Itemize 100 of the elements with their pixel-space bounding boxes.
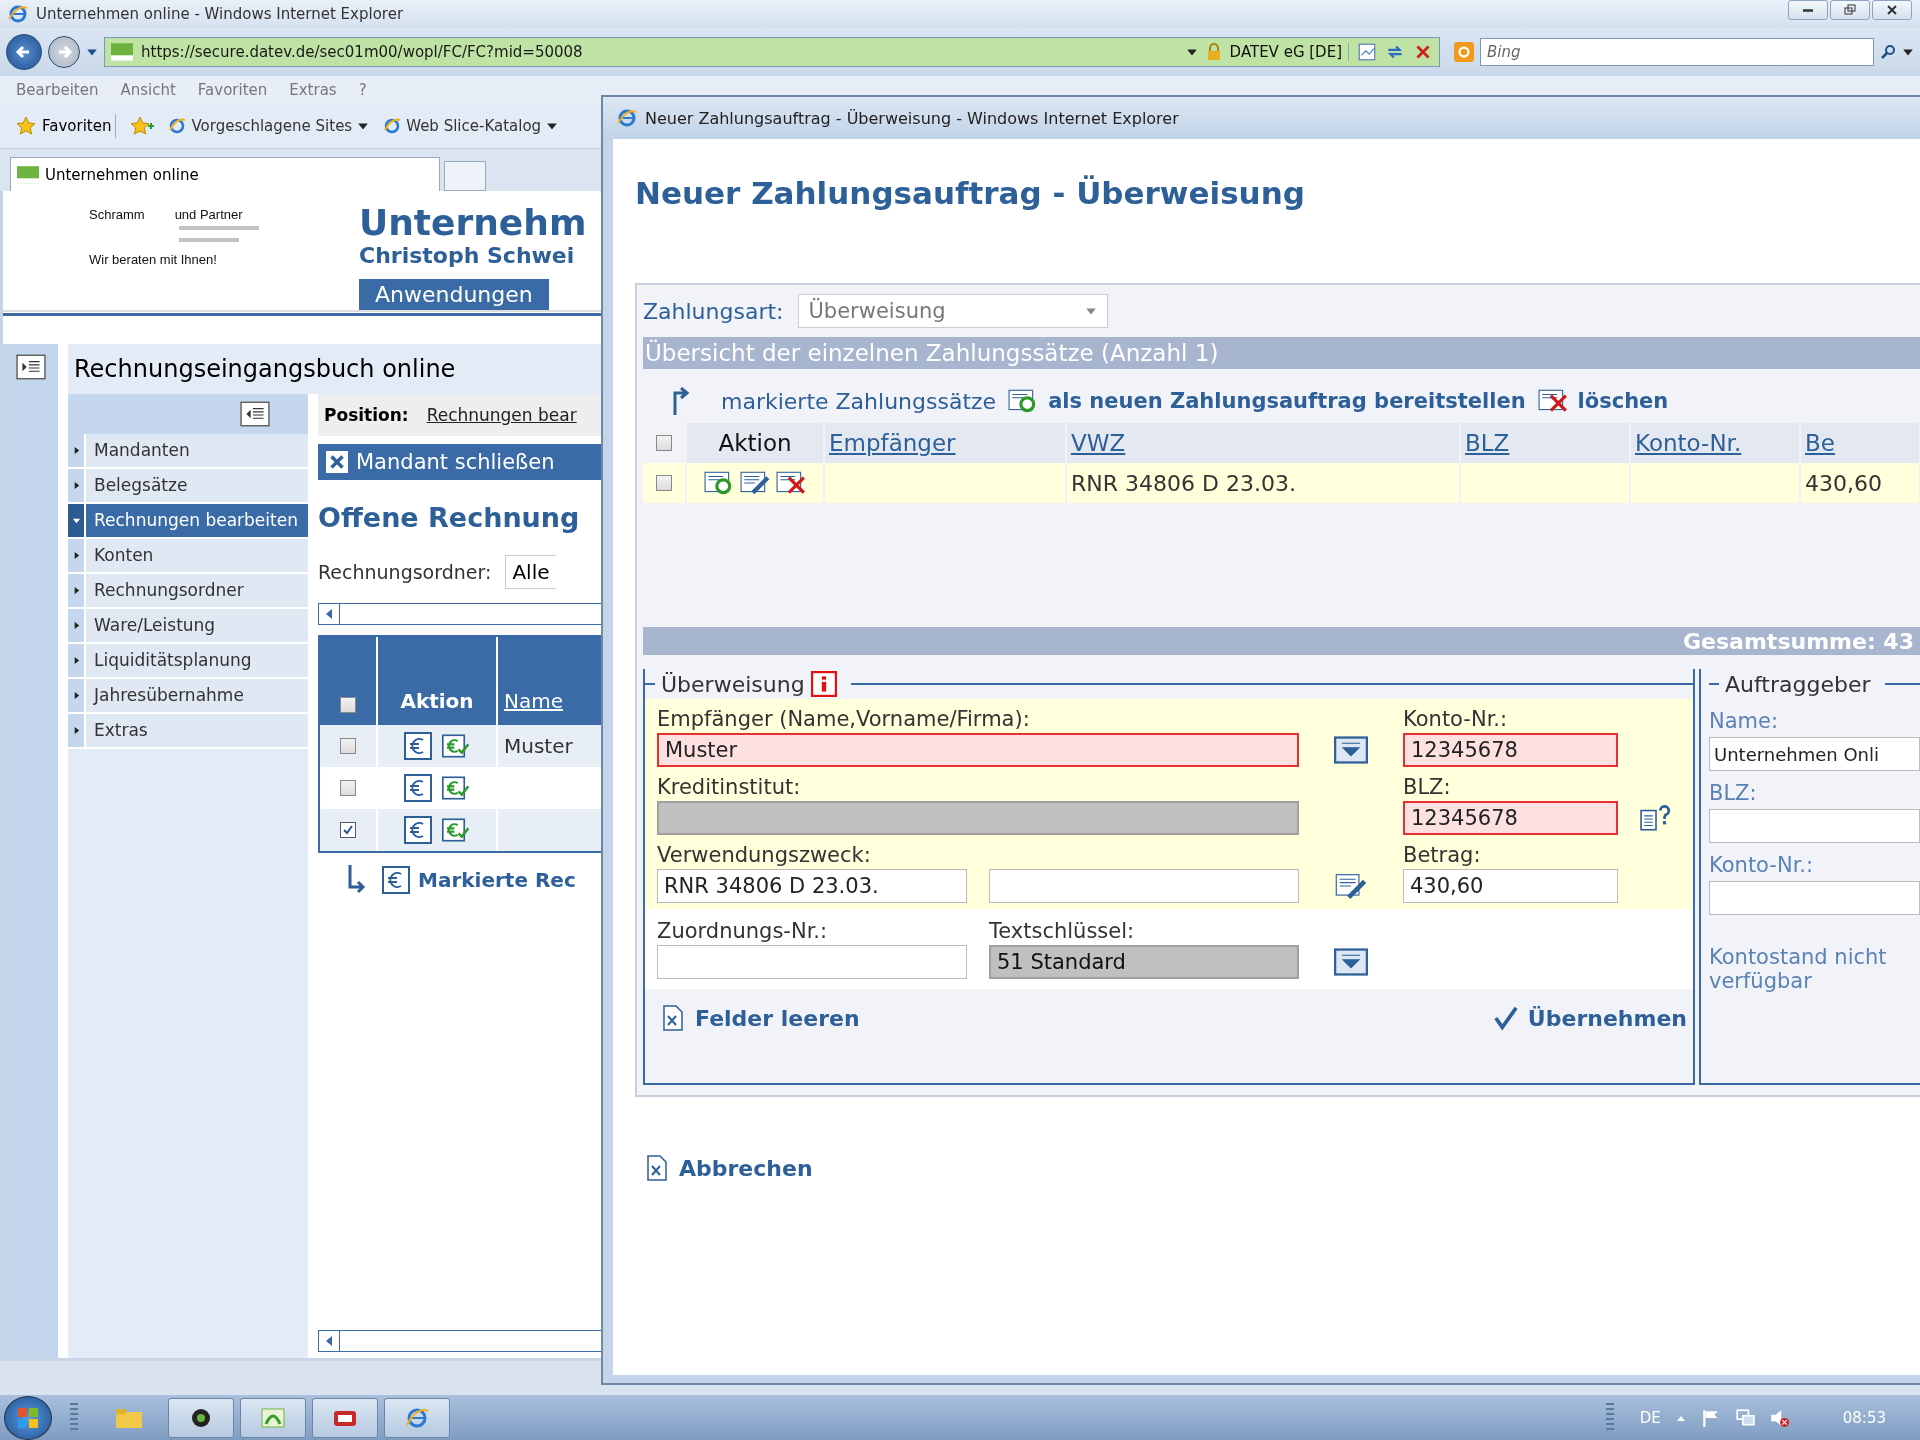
field-label: Kreditinstitut: — [657, 775, 802, 799]
info-icon[interactable] — [810, 671, 837, 697]
search-field[interactable]: Bing — [1480, 38, 1874, 66]
payment-type-select[interactable]: Überweisung — [797, 294, 1108, 328]
menu-item[interactable]: Bearbeiten — [16, 81, 99, 99]
euro-icon[interactable] — [404, 732, 432, 760]
payer-bank-code-field[interactable] — [1709, 809, 1920, 843]
assignment-number-field[interactable] — [657, 945, 967, 979]
row-checkbox[interactable] — [340, 738, 356, 754]
fieldset-legend: Überweisung — [661, 671, 805, 697]
purpose-field[interactable] — [989, 869, 1299, 903]
add-favorite-star-icon[interactable] — [130, 116, 155, 136]
bank-lookup-icon[interactable] — [1640, 805, 1672, 831]
navigation-item[interactable]: Rechnungen bearbeiten — [68, 504, 308, 539]
scroll-left-icon[interactable] — [325, 609, 333, 619]
forward-button[interactable] — [48, 36, 80, 68]
row-checkbox[interactable] — [340, 780, 356, 796]
amount-field[interactable]: 430,60 — [1403, 869, 1618, 903]
payer-account-field[interactable] — [1709, 881, 1920, 915]
favorites-button[interactable]: Favoriten — [12, 114, 117, 138]
app-taskbar-button[interactable] — [168, 1397, 234, 1438]
app-taskbar-button[interactable] — [312, 1397, 378, 1438]
navigation-item[interactable]: Jahresübernahme — [68, 679, 308, 714]
select-all-checkbox[interactable] — [656, 435, 672, 451]
folder-select[interactable]: Alle — [505, 555, 556, 589]
column-header-link[interactable]: Be — [1805, 430, 1835, 456]
browser-tab[interactable]: Unternehmen online — [10, 157, 440, 191]
dropdown-icon[interactable] — [1334, 736, 1368, 764]
euro-check-icon[interactable] — [442, 732, 470, 760]
recipient-field[interactable]: Muster — [657, 733, 1299, 767]
column-header-link[interactable]: Name — [504, 689, 563, 713]
site-logo-icon — [17, 165, 39, 184]
favorites-link[interactable]: Vorgeschlagene Sites — [168, 117, 370, 135]
close-icon — [1886, 4, 1898, 16]
fieldset-legend: Auftraggeber — [1725, 671, 1871, 697]
navigation-item[interactable]: Rechnungsordner — [68, 574, 308, 609]
cancel-button[interactable]: Abbrechen — [643, 1153, 815, 1183]
browser-logo-icon — [8, 4, 28, 24]
document-delete-icon — [1537, 389, 1568, 413]
checkmark-icon — [342, 824, 354, 836]
favorites-link[interactable]: Web Slice-Katalog — [383, 117, 559, 135]
bank-code-field[interactable]: 12345678 — [1403, 801, 1618, 835]
navigation-item[interactable]: Ware/Leistung — [68, 609, 308, 644]
panel-toggle-icon[interactable] — [15, 354, 46, 380]
payer-name-field[interactable]: Unternehmen Onli — [1709, 737, 1920, 771]
clear-fields-button[interactable]: Felder leeren — [659, 1003, 862, 1033]
euro-check-icon[interactable] — [442, 816, 470, 844]
breadcrumb-link[interactable]: Rechnungen bear — [426, 405, 577, 425]
close-icon — [326, 451, 348, 473]
dropdown-icon[interactable] — [1334, 948, 1368, 976]
edit-record-icon[interactable] — [740, 471, 770, 495]
marked-invoices-link[interactable]: Markierte Rec — [382, 866, 576, 894]
row-checkbox[interactable] — [656, 475, 672, 491]
euro-check-icon[interactable] — [442, 774, 470, 802]
navigation-item[interactable]: Liquiditätsplanung — [68, 644, 308, 679]
edit-icon[interactable] — [1334, 872, 1368, 900]
browser-taskbar-button[interactable] — [384, 1397, 450, 1438]
search-provider-icon — [1454, 42, 1474, 62]
table-cell: Muster — [504, 734, 573, 758]
field-label: Name: — [1709, 709, 1780, 733]
select-all-checkbox[interactable] — [340, 697, 356, 713]
compatibility-icon[interactable] — [1357, 42, 1377, 62]
navigation-item[interactable]: Extras — [68, 714, 308, 749]
minimize-button[interactable] — [1788, 0, 1828, 20]
certificate-label[interactable]: DATEV eG [DE] — [1229, 43, 1349, 61]
minimize-icon — [1803, 8, 1813, 12]
column-header-link[interactable]: BLZ — [1465, 430, 1510, 456]
column-header-link[interactable]: VWZ — [1071, 430, 1126, 456]
delete-record-icon[interactable] — [776, 471, 806, 495]
address-bar[interactable]: https://secure.datev.de/sec01m00/wopl/FC/FC?mid=50008 DATEV eG [DE] — [104, 37, 1440, 67]
euro-icon[interactable] — [404, 774, 432, 802]
account-number-field[interactable]: 12345678 — [1403, 733, 1618, 767]
menu-item[interactable]: Ansicht — [120, 81, 176, 99]
navigation-item[interactable]: Konten — [68, 539, 308, 574]
corner-arrow-icon — [346, 865, 366, 895]
collapse-panel-icon[interactable] — [240, 401, 270, 427]
back-button[interactable] — [6, 34, 42, 70]
start-button[interactable] — [4, 1395, 52, 1440]
purpose-field[interactable]: RNR 34806 D 23.03. — [657, 869, 967, 903]
table-cell: 430,60 — [1805, 470, 1882, 496]
overview-bar: Übersicht der einzelnen Zahlungssätze (Anzahl 1) — [643, 337, 1920, 369]
column-header: Aktion — [718, 430, 792, 456]
scroll-left-icon[interactable] — [325, 1336, 333, 1346]
menu-item[interactable]: ? — [358, 81, 367, 99]
browser-logo-icon — [168, 117, 187, 135]
close-button[interactable] — [1872, 0, 1912, 20]
applications-tab[interactable]: Anwendungen — [359, 279, 549, 310]
navigation-item[interactable]: Mandanten — [68, 434, 308, 469]
apply-button[interactable]: Übernehmen — [1491, 1003, 1689, 1033]
euro-icon[interactable] — [404, 816, 432, 844]
field-label: Empfänger (Name,Vorname/Firma): — [657, 707, 1031, 731]
dialog-title: Neuer Zahlungsauftrag - Überweisung - Windows Internet Explorer — [645, 108, 1179, 128]
dialog-heading: Neuer Zahlungsauftrag - Überweisung — [635, 175, 1306, 211]
payment-type-label: Zahlungsart: — [643, 298, 784, 324]
row-checkbox[interactable] — [340, 822, 356, 838]
navigation-item[interactable]: Belegsätze — [68, 469, 308, 504]
menu-item[interactable]: Extras — [289, 81, 337, 99]
menu-item[interactable]: Favoriten — [197, 81, 268, 99]
reuse-record-icon[interactable] — [704, 471, 734, 495]
search-icon[interactable] — [1880, 44, 1896, 60]
